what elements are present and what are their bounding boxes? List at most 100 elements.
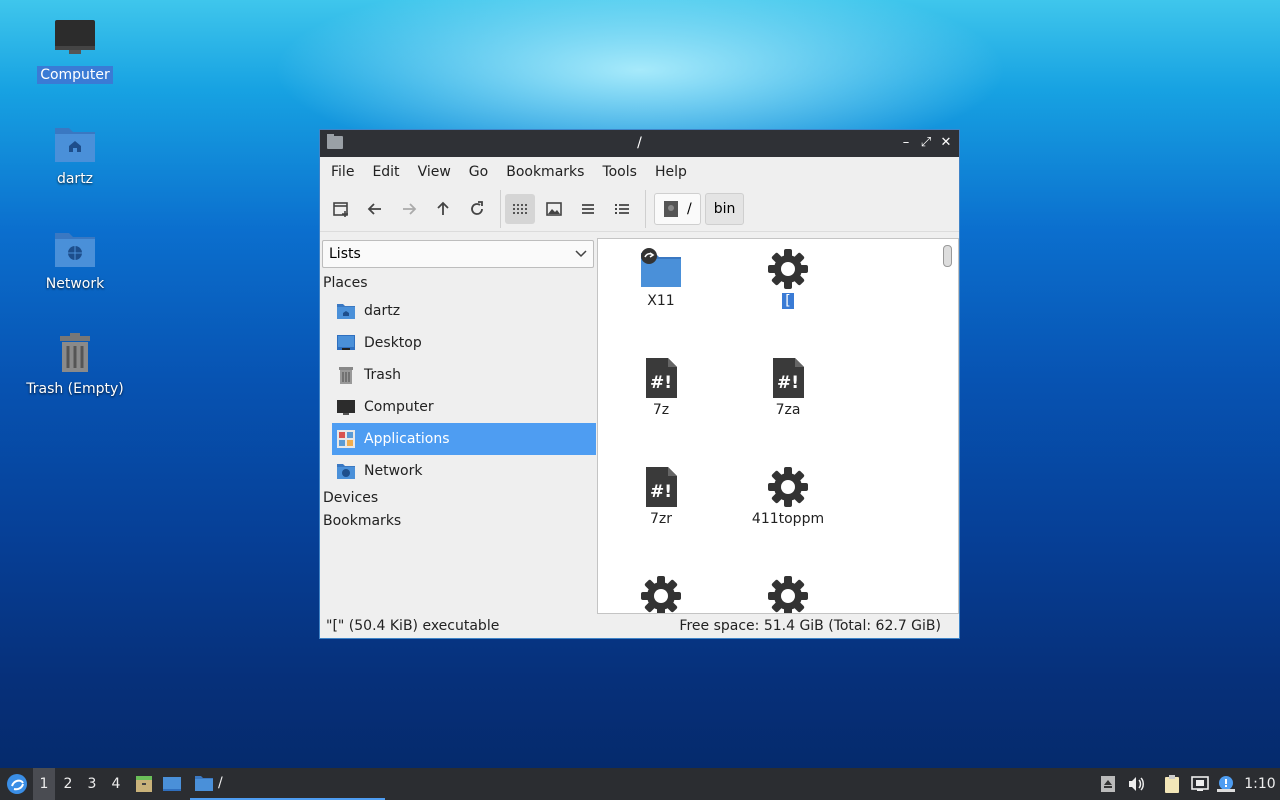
path-root-button[interactable]: / [654, 193, 701, 225]
new-tab-button[interactable] [326, 194, 356, 224]
svg-text:#!: #! [777, 373, 799, 393]
forward-button[interactable] [394, 194, 424, 224]
volume-button[interactable] [1125, 768, 1147, 800]
window-titlebar[interactable]: / – ⤢ ✕ [320, 130, 959, 157]
file-item[interactable]: #! 7zr [611, 459, 711, 527]
reload-button[interactable] [462, 194, 492, 224]
place-label: Trash [364, 367, 401, 383]
place-label: Applications [364, 431, 450, 447]
up-button[interactable] [428, 194, 458, 224]
status-free-space: Free space: 51.4 GiB (Total: 62.7 GiB) [679, 618, 941, 634]
place-item-dartz[interactable]: dartz [332, 295, 596, 327]
side-pane: Lists Places dartz Desktop Trash Compute… [320, 238, 596, 614]
chevron-down-icon [575, 250, 587, 258]
file-name: X11 [647, 293, 675, 309]
archive-icon [136, 776, 152, 792]
menu-go[interactable]: Go [460, 164, 497, 180]
distro-logo-icon [7, 774, 27, 794]
clipboard-button[interactable] [1161, 768, 1183, 800]
update-notification-icon [1217, 776, 1235, 792]
close-button[interactable]: ✕ [937, 134, 955, 152]
desktop-icon-computer[interactable]: Computer [20, 16, 130, 84]
desktop-icon-network[interactable]: Network [20, 225, 130, 293]
task-button-file-manager[interactable]: / [190, 768, 385, 800]
clock[interactable]: 1:10 [1240, 768, 1280, 800]
toolbar: / bin [320, 187, 959, 232]
quicklaunch-desktop-button[interactable] [160, 768, 184, 800]
start-menu-button[interactable] [4, 768, 30, 800]
arrow-up-icon [437, 201, 449, 215]
desktop-label: Trash (Empty) [26, 381, 124, 397]
file-item[interactable]: #! 7za [738, 350, 838, 418]
places-header[interactable]: Places [320, 272, 596, 295]
trash-icon [51, 330, 99, 378]
trash-icon [336, 365, 356, 385]
menu-file[interactable]: File [322, 164, 363, 180]
quicklaunch-archive-button[interactable] [132, 768, 156, 800]
applications-icon [336, 429, 356, 449]
desktop-icon-trash[interactable]: Trash (Empty) [20, 330, 130, 398]
compact-list-icon [582, 204, 594, 214]
file-item[interactable] [611, 568, 711, 613]
place-label: Computer [364, 399, 434, 415]
path-bin-button[interactable]: bin [704, 193, 745, 225]
file-manager-window[interactable]: / – ⤢ ✕ File Edit View Go Bookmarks Tool… [319, 129, 960, 639]
network-status-button[interactable] [1189, 768, 1211, 800]
side-pane-mode-select[interactable]: Lists [322, 240, 594, 268]
place-item-desktop[interactable]: Desktop [332, 327, 596, 359]
back-button[interactable] [360, 194, 390, 224]
place-item-applications[interactable]: Applications [332, 423, 596, 455]
file-item[interactable]: [ [738, 241, 838, 309]
file-item[interactable]: 411toppm [738, 459, 838, 527]
devices-header[interactable]: Devices [320, 487, 596, 510]
file-item[interactable]: X11 [611, 241, 711, 309]
notification-button[interactable] [1215, 768, 1237, 800]
script-icon: #! [637, 463, 685, 511]
folder-link-icon [637, 245, 685, 293]
grid-view-icon [513, 204, 527, 214]
network-folder-icon [51, 225, 99, 273]
file-name: [ [782, 293, 794, 309]
file-view[interactable]: X11 [ #! 7z #! 7za #! 7zr 411toppm [597, 238, 959, 614]
file-name: 411toppm [751, 511, 825, 527]
menu-bookmarks[interactable]: Bookmarks [497, 164, 593, 180]
file-item[interactable] [738, 568, 838, 613]
place-item-trash[interactable]: Trash [332, 359, 596, 391]
menu-bar: File Edit View Go Bookmarks Tools Help [320, 157, 959, 187]
compact-view-button[interactable] [573, 194, 603, 224]
workspace-2-button[interactable]: 2 [57, 768, 79, 800]
svg-text:#!: #! [650, 373, 672, 393]
desktop-label: dartz [56, 171, 94, 187]
minimize-button[interactable]: – [897, 134, 915, 152]
detailed-list-icon [615, 204, 629, 214]
thumbnail-view-button[interactable] [539, 194, 569, 224]
vertical-scrollbar[interactable] [943, 245, 952, 267]
file-name: 7za [775, 402, 801, 418]
place-label: Network [364, 463, 423, 479]
arrow-left-icon [367, 203, 381, 215]
detailed-view-button[interactable] [607, 194, 637, 224]
executable-gear-icon [764, 245, 812, 293]
menu-tools[interactable]: Tools [593, 164, 646, 180]
workspace-1-button[interactable]: 1 [33, 768, 55, 800]
eject-icon [1101, 776, 1115, 792]
menu-view[interactable]: View [409, 164, 460, 180]
bookmarks-header[interactable]: Bookmarks [320, 510, 596, 533]
maximize-button[interactable]: ⤢ [917, 134, 935, 152]
place-item-network[interactable]: Network [332, 455, 596, 487]
place-item-computer[interactable]: Computer [332, 391, 596, 423]
workspace-4-button[interactable]: 4 [105, 768, 127, 800]
path-root-label: / [687, 201, 692, 217]
icon-view-button[interactable] [505, 194, 535, 224]
menu-help[interactable]: Help [646, 164, 696, 180]
desktop-icon-home[interactable]: dartz [20, 120, 130, 188]
file-name: 7z [652, 402, 670, 418]
workspace-3-button[interactable]: 3 [81, 768, 103, 800]
file-item[interactable]: #! 7z [611, 350, 711, 418]
eject-button[interactable] [1097, 768, 1119, 800]
show-desktop-icon [163, 777, 181, 791]
status-selection-info: "[" (50.4 KiB) executable [326, 618, 500, 634]
menu-edit[interactable]: Edit [363, 164, 408, 180]
desktop-label: Network [45, 276, 105, 292]
task-label: / [218, 775, 223, 791]
